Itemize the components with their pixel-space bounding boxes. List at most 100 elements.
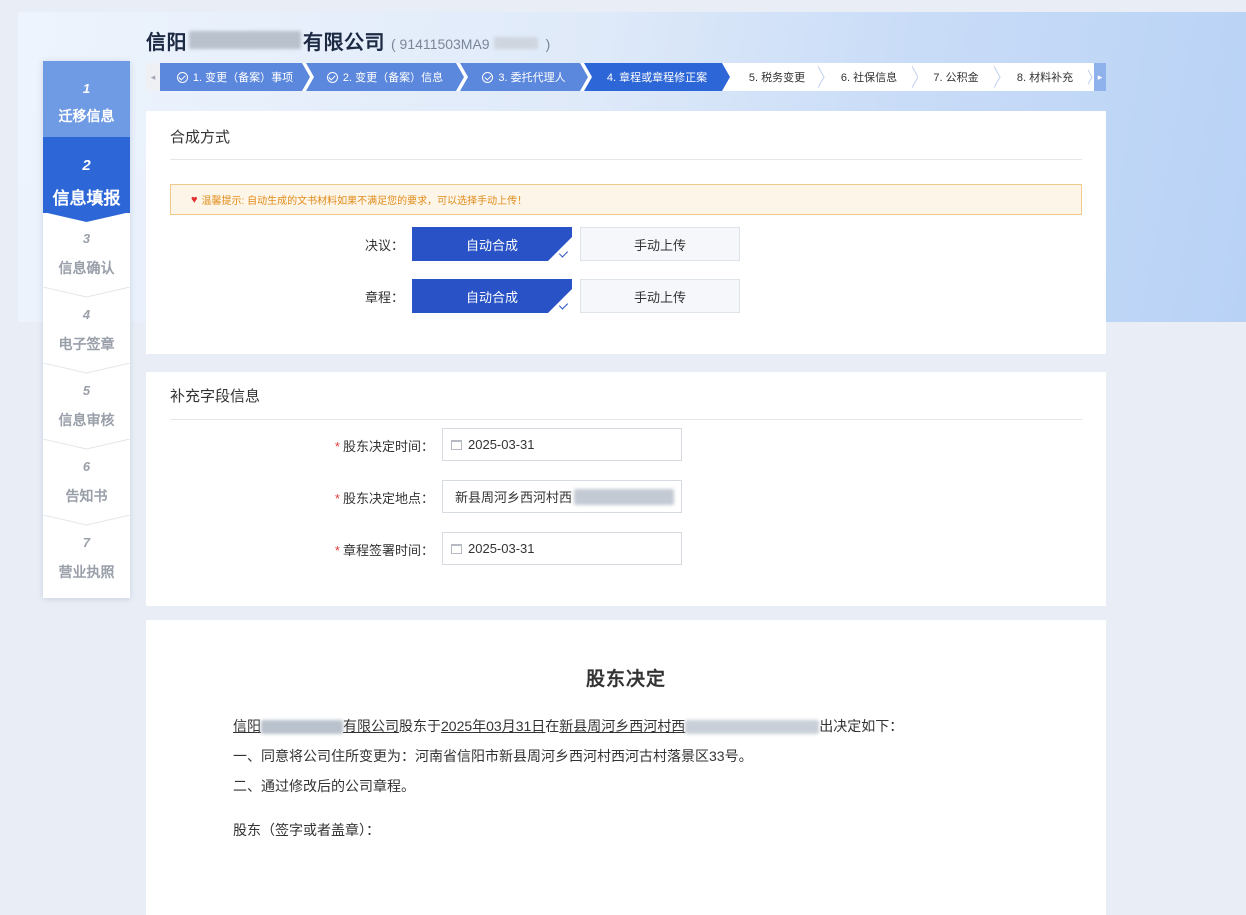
sidebar-step-6[interactable]: 6 告知书 <box>43 459 130 506</box>
doc-text: 在 <box>545 718 560 734</box>
step-label: 信息填报 <box>52 189 121 208</box>
tab-materials[interactable]: 8. 材料补充 <box>1002 63 1088 91</box>
document-signature-line: 股东（签字或者盖章）： <box>233 822 380 838</box>
check-mark-icon <box>548 289 572 313</box>
option-label: 自动合成 <box>465 289 518 305</box>
charter-sign-time-label: * 章程签署时间： <box>300 540 434 559</box>
decision-place-label: * 股东决定地点： <box>300 488 434 507</box>
sidebar-step-1[interactable]: 1 迁移信息 <box>43 61 130 137</box>
sidebar-step-4[interactable]: 4 电子签章 <box>43 307 130 354</box>
redacted-credit-code <box>493 37 538 49</box>
step-label: 迁移信息 <box>58 108 115 124</box>
tab-label: 8. 材料补充 <box>1016 72 1074 84</box>
sub-step-bar: ◂ 1. 变更（备案）事项 2. 变更（备案）信息 3. 委托代理人 4. 章程… <box>146 63 1106 91</box>
step-label: 营业执照 <box>58 564 115 580</box>
decision-time-input[interactable]: 2025-03-31 <box>442 428 682 461</box>
check-circle-icon <box>326 71 338 83</box>
charter-sign-time-input[interactable]: 2025-03-31 <box>442 532 682 565</box>
required-asterisk: * <box>334 491 340 506</box>
company-header: 信阳 有限公司 ( 91411503MA9 ) <box>146 26 551 54</box>
option-label: 手动上传 <box>633 289 686 305</box>
field-label: 股东决定时间： <box>342 439 434 454</box>
scroll-left-arrow-icon[interactable]: ◂ <box>146 63 160 91</box>
step-divider <box>43 515 130 526</box>
tab-label: 6. 社保信息 <box>840 72 898 84</box>
charter-auto-option[interactable]: 自动合成 <box>412 279 572 313</box>
step-number: 1 <box>82 81 91 96</box>
sidebar-step-3[interactable]: 3 信息确认 <box>43 231 130 278</box>
sidebar-step-2[interactable]: 2 信息填报 <box>43 137 130 213</box>
tip-banner: ♥ 温馨提示: 自动生成的文书材料如果不满足您的要求，可以选择手动上传！ <box>170 184 1082 215</box>
tab-tax-change[interactable]: 5. 税务变更 <box>736 63 818 91</box>
step-number: 4 <box>82 307 91 322</box>
option-label: 自动合成 <box>465 237 518 253</box>
company-name-prefix: 信阳 <box>146 32 187 54</box>
tab-label: 1. 变更（备案）事项 <box>192 72 294 84</box>
tab-change-info[interactable]: 2. 变更（备案）信息 <box>306 63 464 91</box>
redacted-company <box>261 720 343 735</box>
step-number: 6 <box>82 459 91 474</box>
redacted-place <box>685 720 820 735</box>
step-label: 信息确认 <box>58 260 115 276</box>
resolution-label: 决议： <box>364 238 404 253</box>
document-line-1: 信阳 有限公司股东于2025年03月31日在新县周河乡西河村西 出决定如下： <box>233 716 903 736</box>
step-number: 3 <box>82 231 91 246</box>
tip-text: 温馨提示: 自动生成的文书材料如果不满足您的要求，可以选择手动上传！ <box>201 196 528 207</box>
scroll-right-arrow-icon[interactable]: ▸ <box>1094 63 1106 91</box>
field-value: 新县周河乡西河村西 <box>455 490 573 505</box>
step-divider <box>43 363 130 374</box>
sidebar-step-7[interactable]: 7 营业执照 <box>43 535 130 582</box>
resolution-auto-option[interactable]: 自动合成 <box>412 227 572 261</box>
check-circle-icon <box>482 71 494 83</box>
step-number: 5 <box>82 383 91 398</box>
required-asterisk: * <box>334 543 340 558</box>
field-value: 2025-03-31 <box>468 437 535 452</box>
divider <box>170 159 1082 160</box>
check-circle-icon <box>176 71 188 83</box>
decision-time-label: * 股东决定时间： <box>300 436 434 455</box>
redacted-address <box>574 488 675 505</box>
tab-charter[interactable]: 4. 章程或章程修正案 <box>584 63 730 91</box>
calendar-icon <box>451 439 462 450</box>
tab-social-security[interactable]: 6. 社保信息 <box>826 63 912 91</box>
tab-label: 5. 税务变更 <box>748 72 806 84</box>
field-value: 2025-03-31 <box>468 541 535 556</box>
tab-label: 3. 委托代理人 <box>498 72 566 84</box>
step-label: 告知书 <box>65 488 108 504</box>
process-sidebar: 1 迁移信息 2 信息填报 3 信息确认 4 电子签章 5 信息审核 6 告知书… <box>43 61 130 598</box>
doc-date: 2025年03月31日 <box>441 718 546 734</box>
heart-icon: ♥ <box>191 193 198 206</box>
resolution-manual-option[interactable]: 手动上传 <box>580 227 740 261</box>
company-name-suffix: 有限公司 <box>303 32 385 54</box>
charter-label: 章程： <box>364 290 404 305</box>
decision-place-input[interactable]: 新县周河乡西河村西 <box>442 480 682 513</box>
step-number: 7 <box>82 535 91 550</box>
supplement-title: 补充字段信息 <box>170 388 261 405</box>
doc-place: 新县周河乡西河村西 <box>559 718 686 734</box>
tab-change-items[interactable]: 1. 变更（备案）事项 <box>160 63 310 91</box>
doc-text: 出决定如下： <box>819 718 904 734</box>
field-label: 股东决定地点： <box>342 491 434 506</box>
step-label: 电子签章 <box>58 336 115 352</box>
document-title: 股东决定 <box>585 668 666 690</box>
step-divider <box>43 439 130 450</box>
check-mark-icon <box>548 237 572 261</box>
calendar-icon <box>451 543 462 554</box>
step-number: 2 <box>82 157 91 174</box>
tab-housing-fund[interactable]: 7. 公积金 <box>918 63 994 91</box>
tab-label: 4. 章程或章程修正案 <box>606 72 708 84</box>
credit-code-close: ) <box>545 36 551 52</box>
document-line-2: 一、同意将公司住所变更为：河南省信阳市新县周河乡西河村西河古村落景区33号。 <box>233 748 753 764</box>
document-line-3: 二、通过修改后的公司章程。 <box>233 778 415 794</box>
tab-agent[interactable]: 3. 委托代理人 <box>460 63 588 91</box>
doc-company-prefix: 信阳 <box>233 718 261 734</box>
compose-title: 合成方式 <box>170 129 231 146</box>
doc-company-suffix: 有限公司 <box>343 718 399 734</box>
field-label: 章程签署时间： <box>342 543 434 558</box>
step-divider <box>43 287 130 298</box>
charter-manual-option[interactable]: 手动上传 <box>580 279 740 313</box>
step-label: 信息审核 <box>58 412 115 428</box>
sidebar-step-5[interactable]: 5 信息审核 <box>43 383 130 430</box>
tab-label: 2. 变更（备案）信息 <box>342 72 444 84</box>
divider <box>170 419 1082 420</box>
